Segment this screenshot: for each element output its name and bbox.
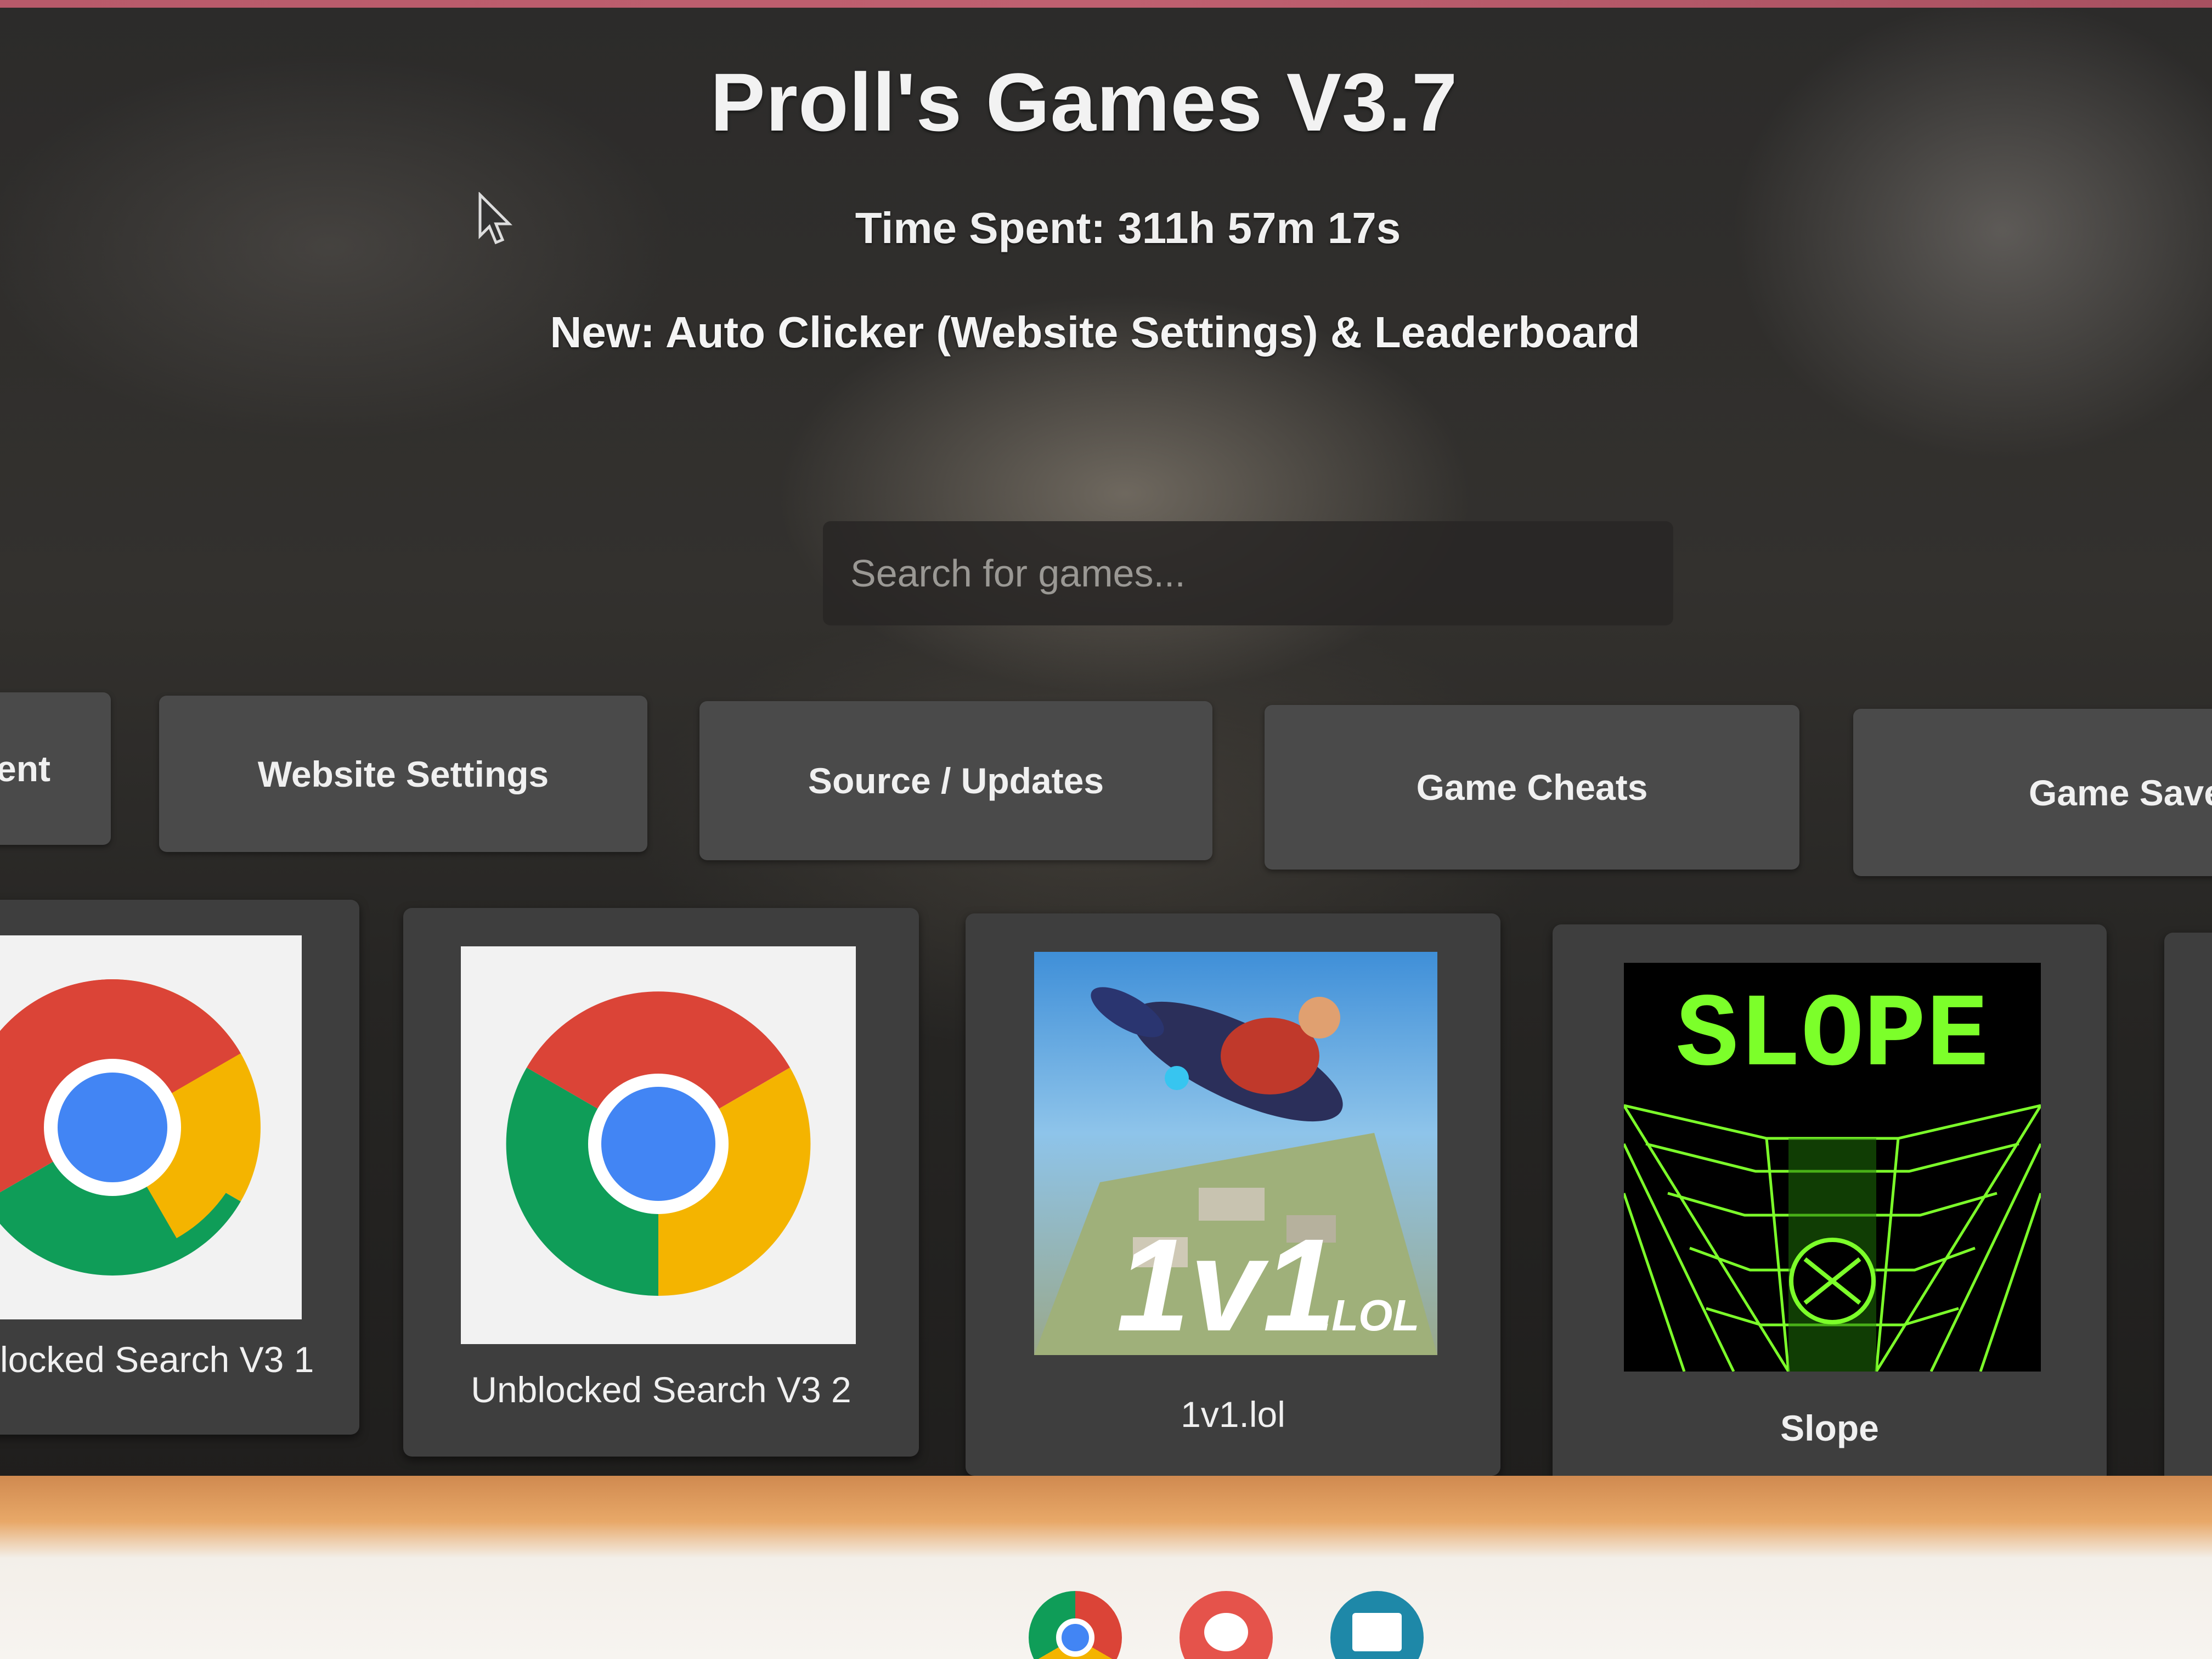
thumb-title: SLOPE bbox=[1676, 978, 1989, 1096]
nav-button-source-updates[interactable]: Source / Updates bbox=[699, 701, 1212, 860]
news-banner: New: Auto Clicker (Website Settings) & L… bbox=[550, 308, 1640, 357]
mouse-cursor-icon bbox=[478, 192, 513, 245]
time-spent-value: 311h 57m 17s bbox=[1118, 204, 1401, 252]
time-spent-counter: Time Spent: 311h 57m 17s bbox=[22, 203, 2212, 253]
slope-thumbnail: SLOPE bbox=[1624, 963, 2041, 1372]
nav-button-label: Source / Updates bbox=[808, 760, 1104, 801]
games-page: Proll's Games V3.7 Time Spent: 311h 57m … bbox=[0, 0, 2212, 1659]
nav-button-game-cheats[interactable]: Game Cheats bbox=[1265, 705, 1799, 870]
nav-button-website-settings[interactable]: Website Settings bbox=[159, 696, 647, 852]
game-card-unblocked-search-2[interactable]: Unblocked Search V3 2 bbox=[403, 908, 919, 1457]
nav-button-label: rent bbox=[0, 748, 50, 789]
thumb-subtitle: .LOL bbox=[1319, 1291, 1419, 1340]
nav-button-label: Website Settings bbox=[257, 753, 549, 794]
chrome-icon bbox=[461, 946, 856, 1344]
chrome-center bbox=[1056, 1618, 1094, 1657]
nav-button-label: Game Save bbox=[2029, 772, 2212, 813]
search-input[interactable] bbox=[823, 521, 1673, 625]
game-title: locked Search V3 1 bbox=[0, 1339, 314, 1380]
window-top-edge bbox=[0, 0, 2212, 8]
game-title: Slope bbox=[1780, 1408, 1879, 1448]
game-title: 1v1.lol bbox=[1181, 1394, 1285, 1435]
chrome-icon bbox=[0, 935, 302, 1319]
thumb-title: 1v1 bbox=[1116, 1211, 1336, 1355]
palette-shape bbox=[1204, 1613, 1248, 1651]
1v1-lol-thumbnail: 1v1 .LOL bbox=[1034, 952, 1437, 1355]
game-card-1v1-lol[interactable]: 1v1 .LOL 1v1.lol bbox=[966, 913, 1500, 1476]
page-title: Proll's Games V3.7 bbox=[710, 56, 1458, 148]
game-card-unblocked-search-1[interactable]: locked Search V3 1 bbox=[0, 900, 359, 1435]
nav-button-label: Game Cheats bbox=[1416, 767, 1648, 808]
game-card-partial[interactable] bbox=[2164, 933, 2212, 1503]
game-card-slope[interactable]: SLOPE Slope bbox=[1553, 924, 2107, 1492]
game-title: Unblocked Search V3 2 bbox=[471, 1369, 851, 1410]
news-page-shape bbox=[1352, 1613, 1402, 1651]
nav-button-game-saves[interactable]: Game Save bbox=[1853, 709, 2212, 876]
time-spent-label: Time Spent: bbox=[855, 204, 1106, 252]
nav-button-recent[interactable]: rent bbox=[0, 692, 111, 845]
